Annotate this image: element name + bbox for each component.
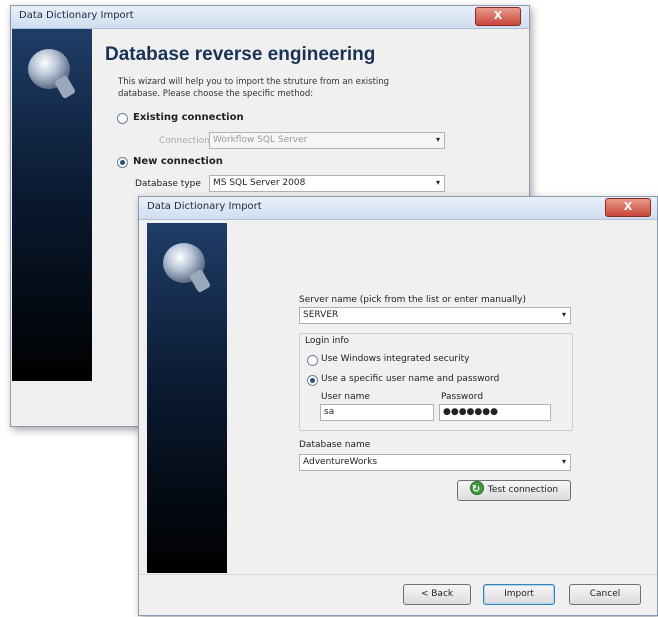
- back-dialog-title: Data Dictionary Import: [19, 10, 134, 21]
- windows-security-label[interactable]: Use Windows integrated security: [321, 354, 469, 364]
- password-input[interactable]: ●●●●●●●: [439, 404, 551, 421]
- database-name-combobox[interactable]: AdventureWorks ▾: [299, 454, 571, 471]
- connection-label: Connection: [159, 136, 210, 146]
- wizard-footer: < Back Import Cancel: [139, 574, 657, 615]
- user-name-input[interactable]: sa: [320, 404, 434, 421]
- login-info-label: Login info: [305, 336, 350, 346]
- chevron-down-icon: ▾: [561, 457, 566, 466]
- cancel-button[interactable]: Cancel: [569, 584, 641, 605]
- refresh-icon: [469, 480, 484, 499]
- back-button[interactable]: < Back: [403, 584, 471, 605]
- server-name-label: Server name (pick from the list or enter…: [299, 295, 526, 305]
- chevron-down-icon: ▾: [435, 135, 440, 144]
- chevron-down-icon: ▾: [435, 178, 440, 187]
- back-dialog-titlebar: Data Dictionary Import X: [11, 6, 529, 29]
- windows-security-radio[interactable]: [307, 355, 318, 366]
- wizard-description: This wizard will help you to import the …: [118, 77, 390, 99]
- database-type-select[interactable]: MS SQL Server 2008 ▾: [209, 175, 445, 192]
- import-button[interactable]: Import: [483, 584, 555, 605]
- connection-select: Workflow SQL Server ▾: [209, 132, 445, 149]
- front-dialog-title: Data Dictionary Import: [147, 201, 262, 212]
- test-connection-label: Test connection: [487, 485, 559, 495]
- front-dialog-window: Data Dictionary Import X Server name (pi…: [138, 196, 658, 616]
- password-value: ●●●●●●●: [443, 407, 498, 417]
- existing-connection-radio[interactable]: [117, 113, 128, 124]
- connection-select-value: Workflow SQL Server: [213, 135, 308, 145]
- user-name-value: sa: [324, 407, 335, 417]
- front-close-button[interactable]: X: [605, 198, 651, 217]
- existing-connection-label[interactable]: Existing connection: [133, 112, 244, 123]
- front-wizard-sidebar: [147, 223, 227, 573]
- back-wizard-sidebar: [12, 29, 92, 381]
- specific-user-label[interactable]: Use a specific user name and password: [321, 374, 499, 384]
- back-close-button[interactable]: X: [475, 7, 521, 26]
- database-name-label: Database name: [299, 440, 371, 450]
- database-type-label: Database type: [135, 179, 201, 189]
- new-connection-label[interactable]: New connection: [133, 156, 223, 167]
- new-connection-radio[interactable]: [117, 157, 128, 168]
- page-title: Database reverse engineering: [105, 44, 376, 65]
- test-connection-button[interactable]: Test connection: [457, 480, 571, 501]
- plug-icon: [188, 268, 212, 294]
- front-dialog-titlebar: Data Dictionary Import X: [139, 197, 657, 220]
- plug-icon: [53, 74, 77, 100]
- server-name-combobox[interactable]: SERVER ▾: [299, 307, 571, 324]
- password-label: Password: [441, 392, 484, 402]
- specific-user-radio[interactable]: [307, 375, 318, 386]
- server-name-value: SERVER: [303, 310, 339, 320]
- database-type-value: MS SQL Server 2008: [213, 178, 306, 188]
- chevron-down-icon: ▾: [561, 310, 566, 319]
- database-name-value: AdventureWorks: [303, 457, 378, 467]
- user-name-label: User name: [321, 392, 370, 402]
